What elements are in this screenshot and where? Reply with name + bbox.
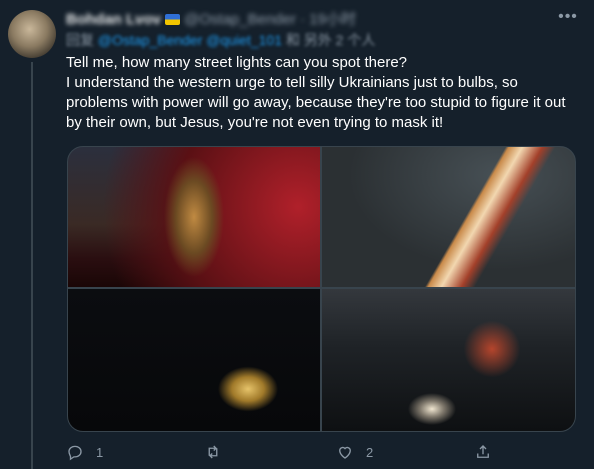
thread-line bbox=[31, 62, 33, 469]
photo-people-in-dark-street[interactable] bbox=[322, 289, 575, 431]
like-button[interactable]: 2 bbox=[336, 440, 373, 464]
ukraine-flag-icon bbox=[165, 14, 181, 25]
reply-count: 1 bbox=[96, 444, 104, 460]
media-grid bbox=[67, 146, 576, 432]
more-icon[interactable]: ••• bbox=[556, 8, 580, 28]
heart-icon bbox=[339, 446, 351, 459]
reply-context: 回复 @Ostap_Bender @quiet_101 和 另外 2 个人 bbox=[66, 32, 375, 49]
tweet-text: Tell me, how many street lights can you … bbox=[66, 53, 581, 133]
share-icon bbox=[477, 445, 489, 458]
tweet-text-line: I understand the western urge to tell si… bbox=[66, 74, 566, 131]
photo-night-highway[interactable] bbox=[322, 147, 575, 287]
reply-suffix: 和 另外 2 个人 bbox=[285, 32, 376, 48]
tweet-header: Bohdan Lvov @Ostap_Bender · 19小时 bbox=[66, 10, 356, 29]
share-button[interactable] bbox=[474, 440, 504, 464]
reply-handles[interactable]: @Ostap_Bender @quiet_101 bbox=[98, 32, 282, 48]
retweet-icon bbox=[208, 445, 218, 459]
reply-button[interactable]: 1 bbox=[66, 440, 103, 464]
action-bar: 1 2 bbox=[66, 440, 586, 464]
author-meta[interactable]: @Ostap_Bender · 19小时 bbox=[184, 11, 356, 28]
tweet-text-line: Tell me, how many street lights can you … bbox=[66, 54, 408, 71]
photo-dark-kiosk[interactable] bbox=[68, 289, 320, 431]
tweet[interactable]: Bohdan Lvov @Ostap_Bender · 19小时 ••• 回复 @… bbox=[0, 0, 594, 469]
author-name[interactable]: Bohdan Lvov bbox=[66, 11, 161, 28]
reply-prefix: 回复 bbox=[66, 32, 94, 48]
like-count: 2 bbox=[366, 444, 374, 460]
retweet-button[interactable] bbox=[204, 440, 234, 464]
avatar[interactable] bbox=[8, 10, 56, 58]
photo-night-church[interactable] bbox=[68, 147, 320, 287]
reply-icon bbox=[68, 445, 82, 461]
